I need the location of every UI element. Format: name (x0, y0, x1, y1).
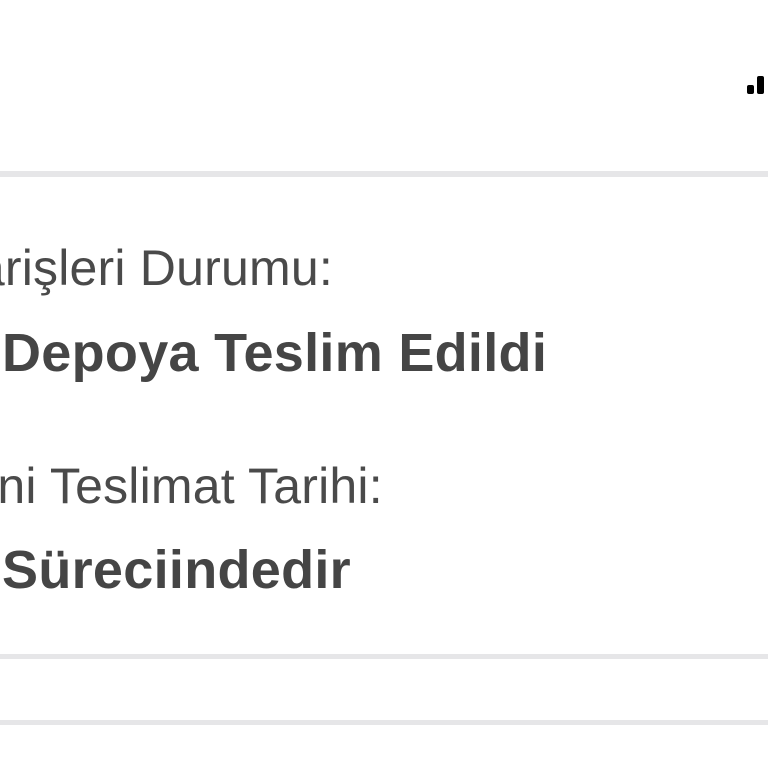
order-detail-screen: Siparişleri Durumu: Depoya Teslim Edildi… (0, 0, 768, 768)
estimated-delivery-date-label: Tahmini Teslimat Tarihi: (0, 458, 383, 514)
order-status-value: Depoya Teslim Edildi (2, 323, 548, 383)
delivery-info-section: Siparişleri Durumu: Depoya Teslim Edildi… (0, 177, 768, 654)
signal-bar (747, 85, 754, 94)
cellular-signal-icon (744, 74, 768, 94)
estimated-delivery-date-value: Süreciindedir (2, 540, 351, 600)
list-row[interactable] (0, 659, 768, 720)
order-status-label: Siparişleri Durumu: (0, 240, 333, 296)
signal-bar (757, 76, 764, 94)
top-status-bar (0, 0, 768, 170)
list-row[interactable] (0, 725, 768, 768)
